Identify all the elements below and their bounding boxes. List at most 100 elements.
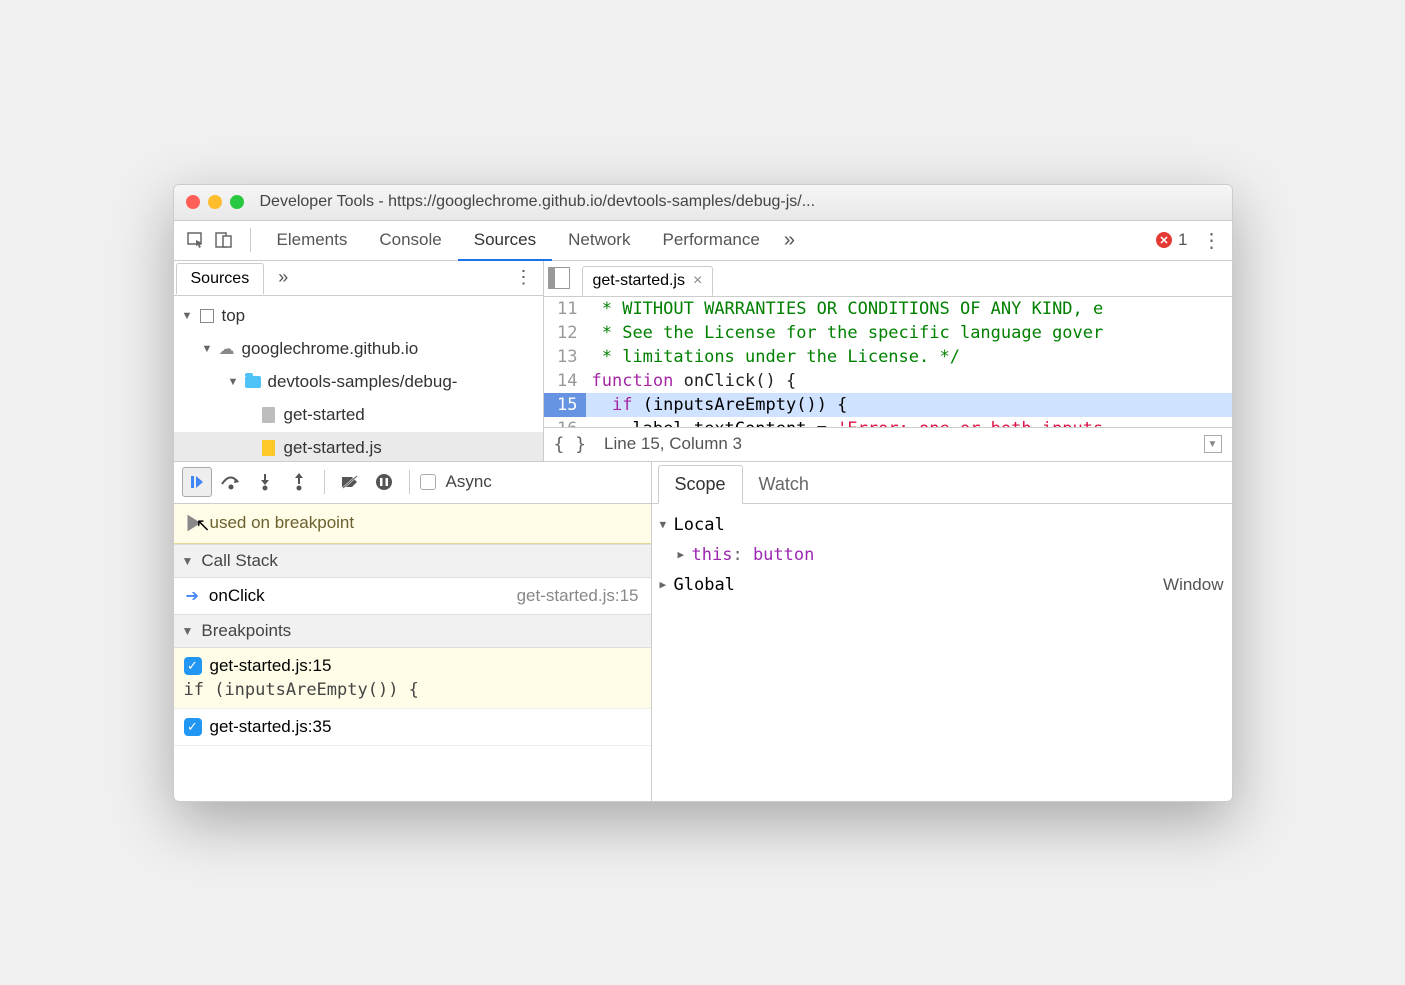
step-into-button[interactable] — [250, 467, 280, 497]
code-text: function onClick() { — [586, 369, 1232, 393]
error-count: 1 — [1178, 230, 1187, 250]
frame-icon — [198, 307, 216, 325]
error-indicator[interactable]: ✕ 1 — [1156, 230, 1187, 250]
devtools-window: Developer Tools - https://googlechrome.g… — [173, 184, 1233, 802]
scope-label: Global — [674, 570, 735, 600]
line-number[interactable]: 11 — [544, 297, 586, 321]
tree-domain[interactable]: ▼ ☁ googlechrome.github.io — [174, 333, 543, 366]
scope-this[interactable]: ▶ this: button — [660, 540, 1224, 570]
main-area: Sources » ⋮ ▼ top ▼ ☁ googlechrome.githu… — [174, 261, 1232, 461]
status-dropdown-icon[interactable]: ▼ — [1204, 435, 1222, 453]
collapse-icon[interactable]: ▼ — [660, 510, 674, 540]
resume-button[interactable] — [182, 467, 212, 497]
code-line[interactable]: 16 label.textContent = 'Error: one or bo… — [544, 417, 1232, 427]
expand-icon[interactable]: ▼ — [202, 343, 214, 355]
debugger-panel: Async ↖ used on breakpoint ▼ Call Stack … — [174, 461, 1232, 801]
expand-icon[interactable]: ▶ — [678, 540, 692, 570]
tab-network[interactable]: Network — [552, 220, 646, 260]
scope-local[interactable]: ▼ Local — [660, 510, 1224, 540]
tab-performance[interactable]: Performance — [646, 220, 775, 260]
code-line[interactable]: 15 if (inputsAreEmpty()) { — [544, 393, 1232, 417]
more-navigator-tabs-icon[interactable]: » — [278, 267, 288, 288]
tree-file-html[interactable]: get-started — [174, 399, 543, 432]
expand-icon[interactable]: ▼ — [228, 376, 240, 388]
line-number[interactable]: 12 — [544, 321, 586, 345]
tree-label: get-started.js — [284, 438, 382, 458]
tree-file-js[interactable]: get-started.js — [174, 432, 543, 461]
cursor-icon: ↖ — [196, 515, 211, 536]
debugger-toolbar: Async — [174, 462, 651, 504]
step-over-button[interactable] — [216, 467, 246, 497]
code-text: * WITHOUT WARRANTIES OR CONDITIONS OF AN… — [586, 297, 1232, 321]
main-toolbar: Elements Console Sources Network Perform… — [174, 221, 1232, 261]
async-checkbox[interactable] — [420, 474, 436, 490]
debugger-left: Async ↖ used on breakpoint ▼ Call Stack … — [174, 462, 652, 801]
code-line[interactable]: 14function onClick() { — [544, 369, 1232, 393]
code-line[interactable]: 12 * See the License for the specific la… — [544, 321, 1232, 345]
navigator-menu-icon[interactable]: ⋮ — [515, 267, 533, 288]
breakpoints-header[interactable]: ▼ Breakpoints — [174, 614, 651, 648]
callstack-frame[interactable]: ➔ onClick get-started.js:15 — [174, 578, 651, 614]
zoom-window-icon[interactable] — [230, 195, 244, 209]
tab-watch[interactable]: Watch — [743, 466, 825, 503]
scope-tree: ▼ Local ▶ this: button ▶ Global Window — [652, 504, 1232, 606]
scope-tabs: Scope Watch — [652, 462, 1232, 504]
expand-icon[interactable]: ▼ — [182, 310, 194, 322]
frame-location: get-started.js:15 — [517, 586, 639, 606]
expand-icon[interactable]: ▶ — [660, 570, 674, 600]
editor-tab-label: get-started.js — [593, 272, 685, 290]
toggle-navigator-icon[interactable] — [548, 267, 570, 289]
line-number[interactable]: 14 — [544, 369, 586, 393]
separator — [250, 228, 251, 252]
document-icon — [260, 406, 278, 424]
tree-label: get-started — [284, 405, 365, 425]
collapse-icon[interactable]: ▼ — [182, 624, 194, 638]
breakpoint-checkbox[interactable]: ✓ — [184, 657, 202, 675]
breakpoint-location: get-started.js:35 — [210, 717, 332, 737]
settings-menu-icon[interactable]: ⋮ — [1202, 228, 1222, 253]
more-tabs-icon[interactable]: » — [784, 229, 795, 252]
scope-value: Window — [1163, 570, 1223, 600]
navigator-panel: Sources » ⋮ ▼ top ▼ ☁ googlechrome.githu… — [174, 261, 544, 461]
device-toggle-icon[interactable] — [212, 228, 236, 252]
pretty-print-icon[interactable]: { } — [554, 434, 587, 455]
tree-folder[interactable]: ▼ devtools-samples/debug- — [174, 366, 543, 399]
paused-message: used on breakpoint — [210, 513, 355, 533]
line-number[interactable]: 13 — [544, 345, 586, 369]
navigator-tab-sources[interactable]: Sources — [176, 263, 265, 294]
code-text: label.textContent = 'Error: one or both … — [586, 417, 1232, 427]
code-line[interactable]: 11 * WITHOUT WARRANTIES OR CONDITIONS OF… — [544, 297, 1232, 321]
code-text: * limitations under the License. */ — [586, 345, 1232, 369]
pause-exceptions-button[interactable] — [369, 467, 399, 497]
inspect-element-icon[interactable] — [184, 228, 208, 252]
frame-function: onClick — [209, 586, 265, 606]
minimize-window-icon[interactable] — [208, 195, 222, 209]
close-tab-icon[interactable]: × — [693, 272, 702, 290]
code-line[interactable]: 13 * limitations under the License. */ — [544, 345, 1232, 369]
error-badge-icon: ✕ — [1156, 232, 1172, 248]
editor-tab[interactable]: get-started.js × — [582, 266, 714, 296]
tree-label: googlechrome.github.io — [242, 339, 419, 359]
line-number[interactable]: 16 — [544, 417, 586, 427]
breakpoint-item[interactable]: ✓ get-started.js:35 — [174, 709, 651, 746]
tree-frame-top[interactable]: ▼ top — [174, 300, 543, 333]
tab-console[interactable]: Console — [363, 220, 457, 260]
step-out-button[interactable] — [284, 467, 314, 497]
breakpoint-item[interactable]: ✓ get-started.js:15 if (inputsAreEmpty()… — [174, 648, 651, 709]
folder-icon — [244, 373, 262, 391]
callstack-header[interactable]: ▼ Call Stack — [174, 544, 651, 578]
collapse-icon[interactable]: ▼ — [182, 554, 194, 568]
deactivate-breakpoints-button[interactable] — [335, 467, 365, 497]
tab-scope[interactable]: Scope — [658, 465, 743, 504]
code-editor[interactable]: 11 * WITHOUT WARRANTIES OR CONDITIONS OF… — [544, 297, 1232, 427]
scope-global[interactable]: ▶ Global Window — [660, 570, 1224, 600]
breakpoint-code: if (inputsAreEmpty()) { — [184, 680, 641, 700]
tab-sources[interactable]: Sources — [458, 221, 552, 261]
tree-label: top — [222, 306, 246, 326]
breakpoint-checkbox[interactable]: ✓ — [184, 718, 202, 736]
cursor-position: Line 15, Column 3 — [604, 434, 742, 454]
line-number[interactable]: 15 — [544, 393, 586, 417]
tab-elements[interactable]: Elements — [261, 220, 364, 260]
close-window-icon[interactable] — [186, 195, 200, 209]
window-title: Developer Tools - https://googlechrome.g… — [260, 193, 816, 211]
